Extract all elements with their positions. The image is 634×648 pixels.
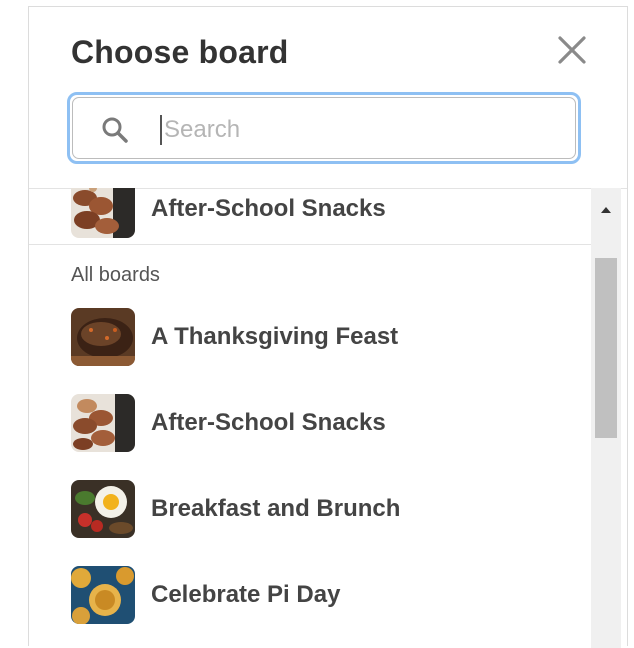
scrollbar-thumb[interactable]: [595, 258, 617, 438]
choose-board-dialog: Choose board Search After-School Snacks …: [28, 6, 628, 648]
board-thumbnail-thanksgiving: [71, 308, 135, 366]
dialog-title: Choose board: [71, 34, 289, 70]
board-item-label: Celebrate Pi Day: [151, 581, 341, 608]
board-thumbnail-snacks: [71, 188, 135, 238]
scroll-up-arrow-icon[interactable]: [597, 203, 615, 215]
board-item-a-thanksgiving-feast[interactable]: A Thanksgiving Feast: [71, 306, 398, 368]
board-thumbnail-breakfast: [71, 480, 135, 538]
board-item-celebrate-pi-day[interactable]: Celebrate Pi Day: [71, 564, 340, 626]
search-icon: [100, 115, 130, 145]
scrollbar[interactable]: [591, 188, 621, 648]
board-list: After-School Snacks All boards A Thanksg…: [29, 188, 591, 648]
all-boards-heading: All boards: [71, 264, 160, 286]
board-item-label: A Thanksgiving Feast: [151, 323, 399, 350]
board-item-breakfast-and-brunch[interactable]: Breakfast and Brunch: [71, 478, 400, 540]
search-input[interactable]: [162, 108, 546, 152]
search-box: [67, 92, 581, 164]
board-item-label: After-School Snacks: [151, 409, 386, 436]
close-icon[interactable]: [557, 35, 587, 65]
board-item-label: After-School Snacks: [151, 195, 386, 222]
board-thumbnail-pie: [71, 566, 135, 624]
board-thumbnail-snacks: [71, 394, 135, 452]
board-item-recent-after-school-snacks[interactable]: After-School Snacks: [71, 188, 386, 240]
board-item-after-school-snacks[interactable]: After-School Snacks: [71, 392, 386, 454]
section-divider: [29, 244, 591, 245]
board-item-label: Breakfast and Brunch: [151, 495, 401, 522]
